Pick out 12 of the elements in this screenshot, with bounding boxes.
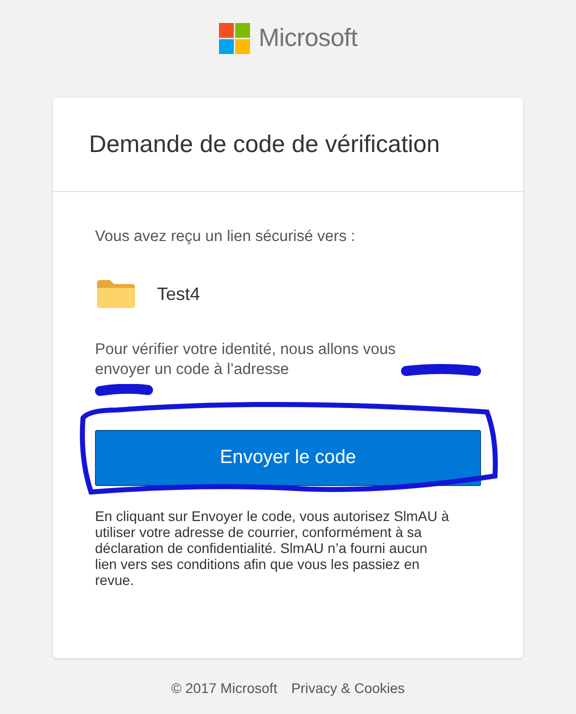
consent-notice: En cliquant sur Envoyer le code, vous autorisez SlmAU à utiliser votre adresse de courrier, conformément à sa déclaration de confidentialité. SlmAU n’a fourni aucun lien vers ses conditions afin que vous les passiez en revue.	[95, 508, 450, 588]
card-title: Demande de code de vérification	[89, 130, 440, 158]
intro-text: Vous avez reçu un lien sécurisé vers :	[95, 228, 356, 246]
send-code-button[interactable]: Envoyer le code	[95, 430, 481, 486]
message-text: Pour vérifier votre identité, nous allons vous envoyer un code à l’adresse	[95, 340, 397, 380]
logo-icon	[218, 22, 250, 54]
folder-name[interactable]: Test4	[157, 284, 200, 304]
brand-name: Microsoft	[258, 24, 358, 52]
privacy-link[interactable]: Privacy & Cookies	[291, 680, 405, 696]
folder-icon	[97, 280, 135, 308]
copyright-text: © 2017 Microsoft	[171, 680, 278, 696]
redaction-scribble	[95, 384, 153, 398]
